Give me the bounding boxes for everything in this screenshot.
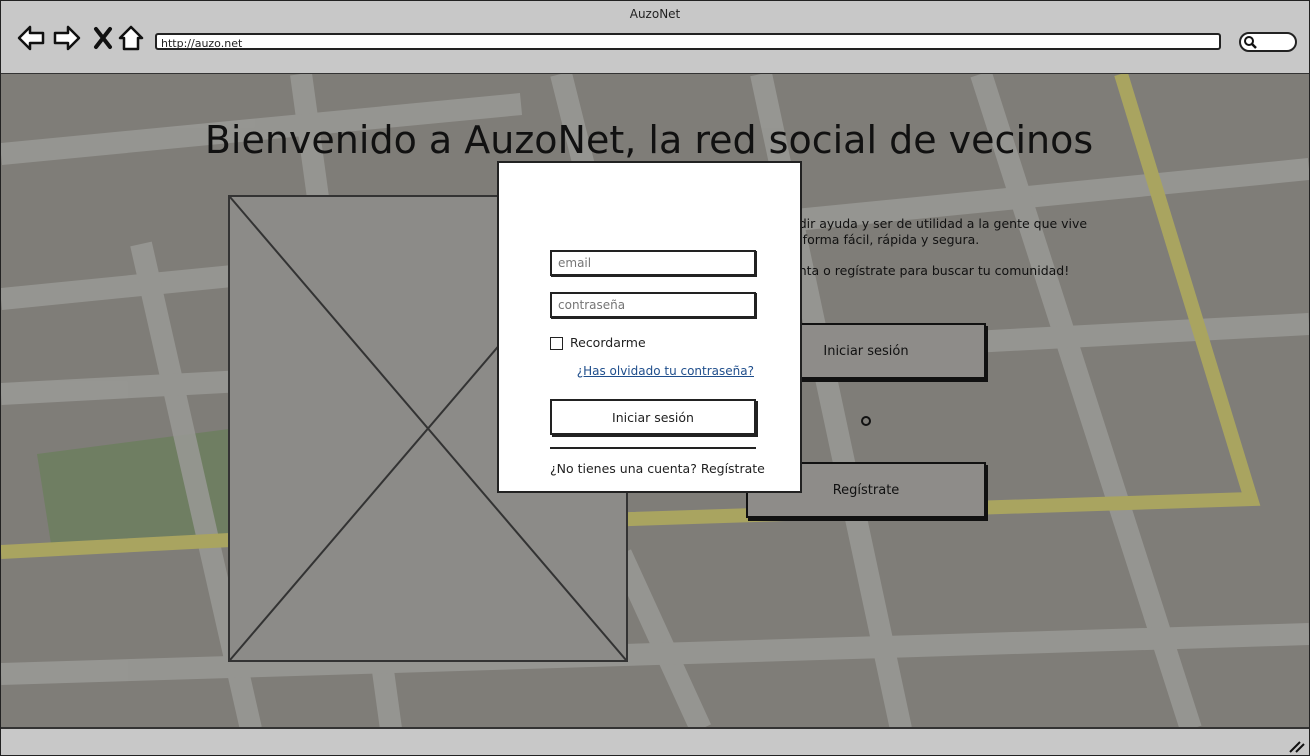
login-modal: Recordarme ¿Has olvidado tu contraseña? … <box>497 161 802 493</box>
forgot-password-link[interactable]: ¿Has olvidado tu contraseña? <box>577 364 754 378</box>
search-icon <box>1244 36 1257 49</box>
remember-label: Recordarme <box>570 335 646 350</box>
email-input[interactable] <box>550 250 756 276</box>
description-line: e forma fácil, rápida y segura. <box>791 232 980 247</box>
welcome-description: edir ayuda y ser de utilidad a la gente … <box>791 216 1087 279</box>
browser-window: AuzoNet http://auzo.net Bienvenido a Auz… <box>0 0 1310 756</box>
resize-grip-icon[interactable] <box>1287 739 1305 753</box>
stop-button[interactable] <box>88 23 118 53</box>
signup-link[interactable]: ¿No tienes una cuenta? Regístrate <box>550 461 765 476</box>
separator-circle <box>861 416 871 426</box>
description-line: enta o regístrate para buscar tu comunid… <box>791 263 1070 278</box>
browser-titlebar: AuzoNet http://auzo.net <box>1 1 1309 75</box>
modal-login-button[interactable]: Iniciar sesión <box>550 399 756 435</box>
remember-checkbox[interactable] <box>550 337 563 350</box>
close-icon <box>94 27 112 49</box>
home-button[interactable] <box>116 23 146 53</box>
page-headline: Bienvenido a AuzoNet, la red social de v… <box>204 118 1094 162</box>
browser-statusbar <box>1 727 1309 755</box>
forward-button[interactable] <box>52 23 82 53</box>
browser-search-box[interactable] <box>1239 32 1297 52</box>
window-title: AuzoNet <box>629 7 681 21</box>
home-icon <box>118 25 144 51</box>
back-button[interactable] <box>16 23 46 53</box>
arrow-right-icon <box>53 25 81 51</box>
password-input[interactable] <box>550 292 756 318</box>
address-bar[interactable]: http://auzo.net <box>155 33 1221 50</box>
description-line: edir ayuda y ser de utilidad a la gente … <box>791 216 1088 231</box>
arrow-left-icon <box>17 25 45 51</box>
modal-divider <box>550 447 756 449</box>
